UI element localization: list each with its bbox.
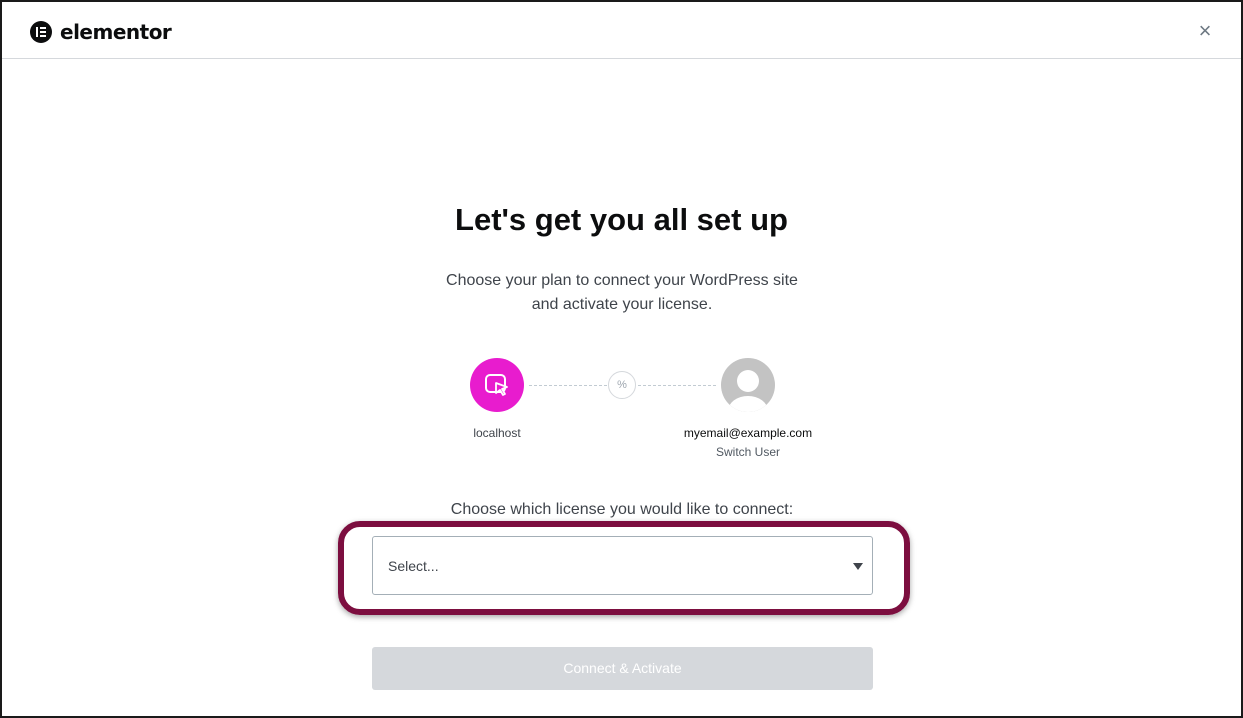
connector-line-right bbox=[638, 385, 716, 386]
close-icon[interactable]: × bbox=[1195, 20, 1215, 42]
license-prompt: Choose which license you would like to c… bbox=[450, 501, 794, 518]
dialog-header: elementor × bbox=[2, 2, 1241, 59]
elementor-logo-icon bbox=[30, 21, 52, 43]
caret-down-icon bbox=[853, 563, 863, 570]
link-icon: % bbox=[608, 371, 636, 399]
connect-dialog: elementor × Let's get you all set up Cho… bbox=[0, 0, 1243, 718]
user-email: myemail@example.com bbox=[683, 426, 813, 440]
subtitle-line-2: and activate your license. bbox=[531, 296, 713, 313]
site-icon bbox=[470, 358, 524, 412]
page-title: Let's get you all set up bbox=[455, 202, 788, 237]
cursor-click-icon bbox=[485, 374, 508, 396]
connector-line-left bbox=[529, 385, 607, 386]
user-avatar-icon bbox=[721, 358, 775, 412]
connect-activate-button[interactable]: Connect & Activate bbox=[372, 647, 873, 690]
subtitle-line-1: Choose your plan to connect your WordPre… bbox=[446, 272, 798, 289]
logo-text: elementor bbox=[60, 20, 172, 44]
switch-user-link[interactable]: Switch User bbox=[698, 445, 798, 459]
license-select-value: Select... bbox=[388, 558, 439, 574]
license-select[interactable]: Select... bbox=[372, 536, 873, 595]
page-subtitle: Choose your plan to connect your WordPre… bbox=[422, 269, 822, 317]
elementor-logo: elementor bbox=[30, 20, 172, 44]
site-label: localhost bbox=[473, 426, 521, 440]
